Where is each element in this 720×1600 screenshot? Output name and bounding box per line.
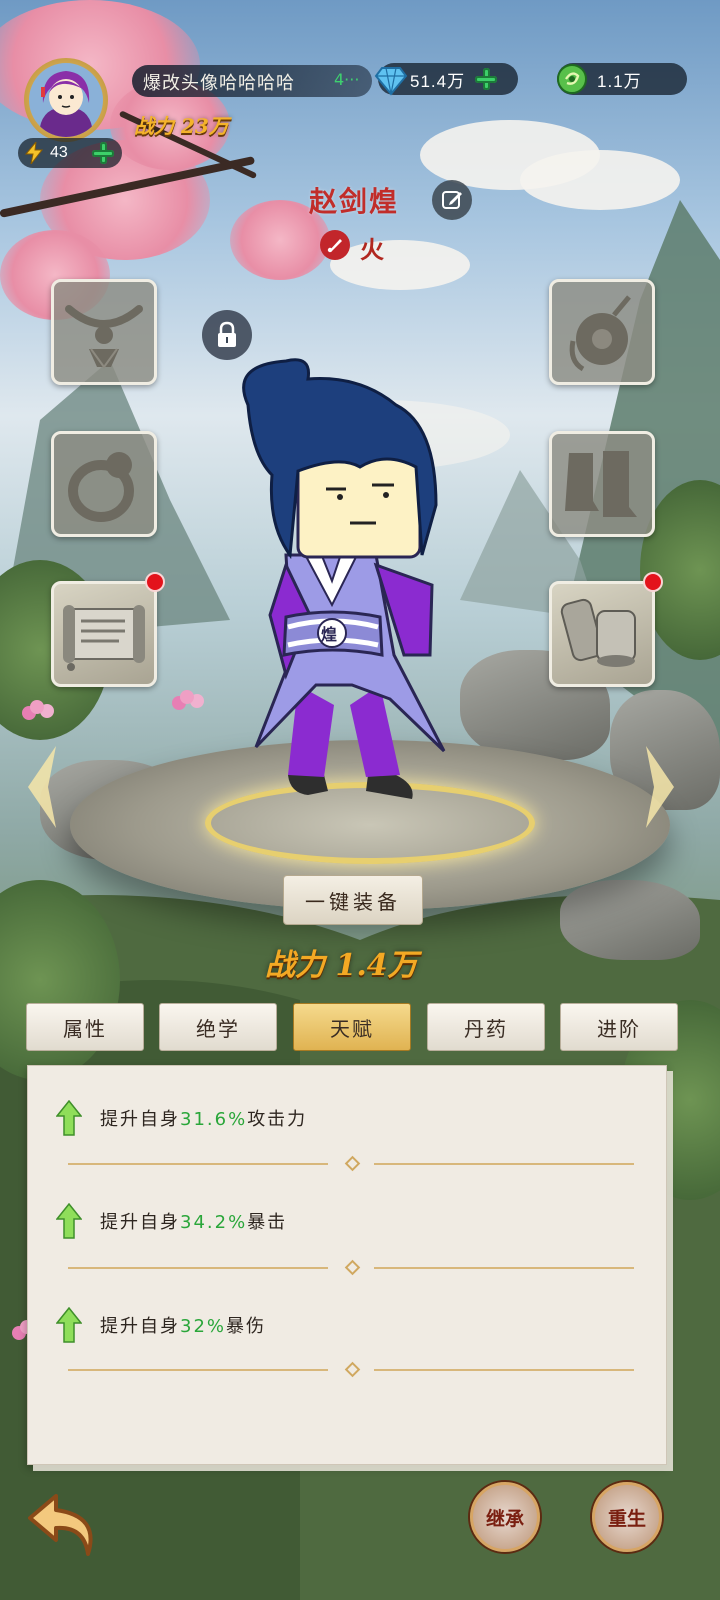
scroll-bundle-icon bbox=[560, 598, 636, 667]
boots-slot[interactable] bbox=[549, 431, 655, 537]
rebirth-button[interactable]: 重生 bbox=[592, 1482, 662, 1552]
talent-value: 32% bbox=[180, 1316, 227, 1337]
talent-suffix: 攻击力 bbox=[247, 1109, 308, 1130]
character-power: 战力 1.4万 bbox=[265, 948, 418, 983]
diamond-value: 51.4万 bbox=[410, 71, 466, 91]
nickname-suffix: 4··· bbox=[334, 70, 360, 89]
manual-slot[interactable] bbox=[549, 581, 655, 687]
slot-lock-button[interactable] bbox=[202, 310, 252, 360]
tab-pills[interactable]: 丹药 bbox=[427, 1003, 545, 1051]
element-label: 火 bbox=[360, 235, 384, 264]
character-model: 煌 bbox=[190, 355, 470, 815]
back-button[interactable] bbox=[26, 1488, 106, 1568]
tab-talent[interactable]: 天赋 bbox=[293, 1003, 411, 1051]
scroll-icon bbox=[63, 605, 145, 671]
lightning-icon bbox=[24, 142, 44, 164]
energy-bar: 43 bbox=[18, 138, 122, 168]
upgrade-arrow-icon bbox=[56, 1100, 82, 1136]
talent-prefix: 提升自身 bbox=[100, 1109, 180, 1130]
talent-suffix: 暴伤 bbox=[226, 1316, 267, 1337]
talent-item: 提升自身32%暴伤 bbox=[56, 1305, 266, 1345]
tab-attributes[interactable]: 属性 bbox=[26, 1003, 144, 1051]
inherit-button[interactable]: 继承 bbox=[470, 1482, 540, 1552]
one-click-equip-button[interactable]: 一键装备 bbox=[283, 875, 423, 925]
lock-icon bbox=[218, 321, 236, 347]
belt-emblem: 煌 bbox=[321, 625, 338, 644]
fire-element-icon bbox=[320, 230, 350, 260]
talent-prefix: 提升自身 bbox=[100, 1212, 180, 1233]
edit-icon bbox=[442, 191, 462, 209]
upgrade-arrow-icon bbox=[56, 1203, 82, 1239]
scroll-slot[interactable] bbox=[51, 581, 157, 687]
jade-coin-icon bbox=[557, 64, 587, 94]
rename-button[interactable] bbox=[432, 180, 472, 220]
talent-panel: 提升自身31.6%攻击力 提升自身34.2%暴击 提升自身32%暴伤 bbox=[27, 1065, 667, 1465]
jade-pendant-icon bbox=[569, 295, 631, 372]
divider bbox=[68, 1361, 638, 1378]
necklace-slot[interactable] bbox=[51, 279, 157, 385]
energy-value: 43 bbox=[50, 144, 68, 161]
manual-badge bbox=[643, 572, 663, 592]
boots-icon bbox=[565, 451, 637, 517]
jade-value: 1.1万 bbox=[597, 71, 642, 91]
player-power: 战力 23万 bbox=[134, 114, 229, 138]
jade-resource: 1.1万 bbox=[557, 63, 687, 95]
scroll-badge bbox=[145, 572, 165, 592]
talent-suffix: 暴击 bbox=[247, 1212, 288, 1233]
add-energy-button[interactable] bbox=[90, 140, 116, 166]
character-name: 赵剑煌 bbox=[309, 185, 400, 218]
divider bbox=[68, 1155, 638, 1172]
next-character-arrow[interactable] bbox=[640, 742, 680, 832]
tab-skills[interactable]: 绝学 bbox=[159, 1003, 277, 1051]
talent-item: 提升自身34.2%暴击 bbox=[56, 1201, 287, 1241]
necklace-icon bbox=[65, 305, 143, 369]
talent-prefix: 提升自身 bbox=[100, 1316, 180, 1337]
player-avatar[interactable] bbox=[24, 58, 108, 142]
ring-slot[interactable] bbox=[51, 431, 157, 537]
ring-icon bbox=[68, 452, 134, 522]
upgrade-arrow-icon bbox=[56, 1307, 82, 1343]
tab-advance[interactable]: 进阶 bbox=[560, 1003, 678, 1051]
prev-character-arrow[interactable] bbox=[22, 742, 62, 832]
talent-value: 31.6% bbox=[180, 1109, 248, 1130]
add-diamond-button[interactable] bbox=[473, 66, 499, 92]
pendant-slot[interactable] bbox=[549, 279, 655, 385]
avatar-image bbox=[29, 63, 103, 137]
player-nickname: 爆改头像哈哈哈哈 bbox=[143, 73, 295, 94]
diamond-icon bbox=[374, 67, 408, 96]
divider bbox=[68, 1259, 638, 1276]
diamond-resource: 51.4万 bbox=[374, 63, 518, 96]
talent-value: 34.2% bbox=[180, 1212, 248, 1233]
talent-item: 提升自身31.6%攻击力 bbox=[56, 1098, 307, 1138]
